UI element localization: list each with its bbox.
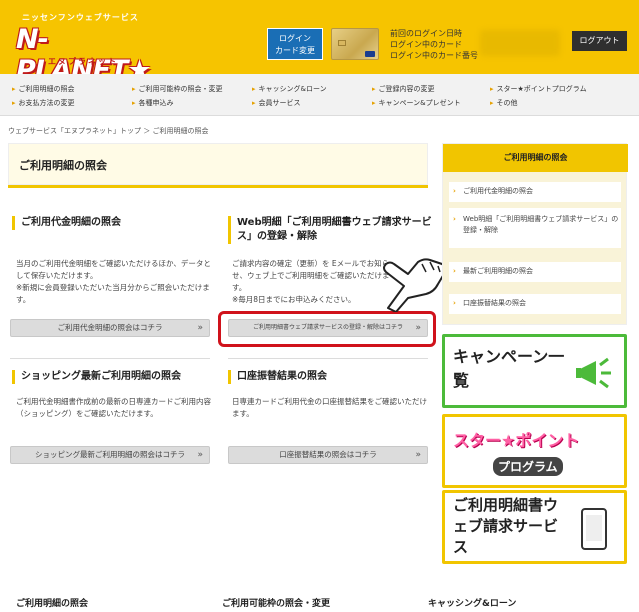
footer-links: ご利用明細の照会 ご利用可能枠の照会・変更 キャッシング&ローン [0, 590, 639, 612]
campaign-banner[interactable]: キャンペーン一覧 [442, 334, 627, 408]
double-chevron-right-icon: » [415, 450, 421, 460]
double-chevron-right-icon: » [197, 450, 203, 460]
pointing-hand-icon [383, 258, 447, 312]
n-planet-logo[interactable]: ニッセンフンウェブサービス N-PLANET★ エヌプラネット [8, 8, 158, 86]
section-statement-title: ご利用代金明細の照会 [12, 216, 202, 230]
campaign-banner-text: キャンペーン一覧 [453, 347, 565, 390]
double-chevron-right-icon: » [197, 323, 203, 333]
sidebar-item-latest-statement[interactable]: 最新ご利用明細の照会 [449, 262, 621, 282]
megaphone-icon [576, 357, 611, 389]
blurred-user-info [480, 30, 560, 56]
section-statement-text: 当月のご利用代金明細をご確認いただけるほか、データとして保存いただけます。 ※新… [16, 259, 211, 304]
nav-item-registration[interactable]: ご登録内容の変更 [372, 84, 435, 94]
site-header: ニッセンフンウェブサービス N-PLANET★ エヌプラネット ログイン カード… [0, 0, 639, 86]
page-title: ご利用明細の照会 [19, 159, 107, 172]
section-web-statement-text: ご請求内容の確定（更新）を Eメールでお知らせ、ウェブ上でご利用明細をご確認いた… [232, 259, 390, 304]
web-statement-banner[interactable]: ご利用明細書ウェブ請求サービス [442, 490, 627, 564]
login-info-card-number: ログイン中のカード番号 [390, 51, 478, 60]
section-shopping-title: ショッピング最新ご利用明細の照会 [12, 370, 212, 384]
card-chip-icon [338, 40, 346, 46]
smartphone-icon [581, 508, 607, 550]
login-info: 前回のログイン日時 ログイン中のカード ログイン中のカード番号 [390, 28, 478, 61]
nav-item-payment-method[interactable]: お支払方法の変更 [12, 98, 75, 108]
nav-item-other[interactable]: その他 [490, 98, 518, 108]
highlight-frame [218, 311, 436, 347]
statement-link-label: ご利用代金明細の照会はコチラ [57, 323, 163, 332]
divider [10, 358, 210, 359]
sidebar-title: ご利用明細の照会 [443, 144, 628, 172]
login-card-change-button[interactable]: ログイン カード変更 [267, 28, 323, 60]
logout-button[interactable]: ログアウト [572, 31, 627, 51]
section-transfer-text: 日専連カードご利用代金の口座振替結果をご確認いただけます。 [232, 397, 427, 418]
nav-item-statement[interactable]: ご利用明細の照会 [12, 84, 75, 94]
sidebar-item-transfer-result[interactable]: 口座振替結果の照会 [449, 294, 621, 314]
transfer-link-label: 口座振替結果の照会はコチラ [279, 450, 377, 459]
footer-link-cashing-loan[interactable]: キャッシング&ローン [428, 596, 516, 609]
login-info-card: ログイン中のカード [390, 40, 462, 49]
star-point-banner[interactable]: スター★ポイント プログラム [442, 414, 627, 488]
nav-item-applications[interactable]: 各種申込み [132, 98, 174, 108]
sidebar-item-statement[interactable]: ご利用代金明細の照会 [449, 182, 621, 202]
web-statement-banner-text: ご利用明細書ウェブ請求サービス [453, 496, 559, 556]
shopping-link-button[interactable]: ショッピング最新ご利用明細の照会はコチラ » [10, 446, 210, 464]
nav-item-cashing-loan[interactable]: キャッシング&ローン [252, 84, 327, 94]
nav-item-star-point[interactable]: スター★ポイントプログラム [490, 84, 587, 94]
shopping-link-label: ショッピング最新ご利用明細の照会はコチラ [35, 450, 185, 459]
nav-item-campaign[interactable]: キャンペーン&プレゼント [372, 98, 461, 108]
transfer-link-button[interactable]: 口座振替結果の照会はコチラ » [228, 446, 428, 464]
breadcrumb[interactable]: ウェブサービス「エヌプラネット」トップ ＞ ご利用明細の照会 [8, 126, 208, 136]
statement-link-button[interactable]: ご利用代金明細の照会はコチラ » [10, 319, 210, 337]
logo-sub: エヌプラネット [48, 57, 118, 66]
sidebar-menu: ご利用明細の照会 ご利用代金明細の照会 Web明細「ご利用明細書ウェブ請求サービ… [442, 143, 628, 325]
section-shopping-text: ご利用代金明細書作成前の最新の日専連カードご利用内容（ショッピング）をご確認いた… [16, 397, 211, 418]
main-nav: ご利用明細の照会 ご利用可能枠の照会・変更 キャッシング&ローン ご登録内容の変… [0, 74, 639, 116]
credit-card-image [331, 28, 379, 60]
star-point-banner-text: スター★ポイント [453, 431, 580, 450]
page-title-box: ご利用明細の照会 [8, 143, 428, 185]
logo-tagline: ニッセンフンウェブサービス [22, 13, 139, 22]
nav-item-member-services[interactable]: 会員サービス [252, 98, 301, 108]
nav-item-credit-limit[interactable]: ご利用可能枠の照会・変更 [132, 84, 223, 94]
login-info-last-login: 前回のログイン日時 [390, 29, 462, 38]
card-brand-icon [365, 51, 375, 57]
divider [228, 358, 428, 359]
footer-link-statement[interactable]: ご利用明細の照会 [16, 596, 88, 609]
sidebar-item-web-statement[interactable]: Web明細「ご利用明細書ウェブ請求サービス」の登録・解除 [449, 208, 621, 248]
section-transfer-title: 口座振替結果の照会 [228, 370, 428, 384]
star-point-banner-sub: プログラム [493, 457, 563, 476]
footer-link-credit-limit[interactable]: ご利用可能枠の照会・変更 [222, 596, 330, 609]
section-web-statement-title: Web明細「ご利用明細書ウェブ請求サービス」の登録・解除 [228, 216, 433, 244]
